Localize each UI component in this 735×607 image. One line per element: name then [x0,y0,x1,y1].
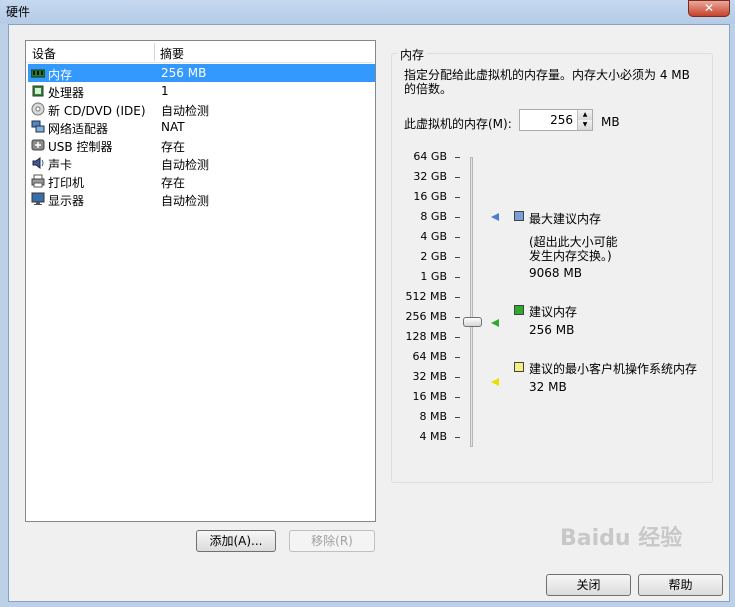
scale-label: 512 MB [405,290,447,303]
add-device-button[interactable]: 添加(A)... [196,530,276,552]
device-name: 新 CD/DVD (IDE) [48,104,146,118]
spin-up-button[interactable]: ▲ [577,110,592,120]
scale-tick [455,237,460,238]
memory-group-title: 内存 [397,46,428,63]
sound-icon [32,157,44,169]
spin-down-button[interactable]: ▼ [577,120,592,130]
scale-label: 16 GB [413,190,447,203]
device-name: 声卡 [48,158,73,172]
device-name: 处理器 [48,86,85,100]
device-list[interactable]: 设备 摘要 内存 256 MB 处理器 1 新 CD/DVD (IDE) 自动检… [25,40,376,522]
recommended-title: 建议内存 [529,305,578,319]
max-recommended-marker-icon [491,213,499,221]
device-row-usb[interactable]: USB 控制器 存在 [28,136,375,154]
scale-label: 128 MB [405,330,447,343]
max-recommended-title: 最大建议内存 [529,212,602,226]
usb-icon [31,139,45,151]
device-row-cd-dvd[interactable]: 新 CD/DVD (IDE) 自动检测 [28,100,375,118]
scale-label: 2 GB [420,250,447,263]
recommended-square-icon [514,305,524,315]
scale-tick [455,197,460,198]
scale-tick [455,257,460,258]
min-guest-marker-icon [491,378,499,386]
scale-tick [455,217,460,218]
monitor-icon [31,192,45,205]
device-row-printer[interactable]: 打印机 存在 [28,172,375,190]
title-bar: 硬件 ✕ [0,0,735,24]
device-row-monitor[interactable]: 显示器 自动检测 [28,190,375,208]
recommended-value: 256 MB [529,323,575,337]
recommended-marker-icon [491,319,499,327]
memory-slider-track[interactable] [470,157,473,447]
memory-icon [31,69,45,78]
scale-label: 256 MB [405,310,447,323]
memory-slider-thumb[interactable] [463,317,482,327]
cd-dvd-icon [31,102,45,116]
device-summary: 存在 [161,140,186,154]
scale-label: 8 GB [420,210,447,223]
device-row-sound[interactable]: 声卡 自动检测 [28,154,375,172]
scale-label: 16 MB [412,390,447,403]
min-guest-square-icon [514,362,524,372]
column-header-device[interactable]: 设备 [32,45,56,61]
scale-label: 1 GB [420,270,447,283]
device-summary: 存在 [161,176,186,190]
device-summary: NAT [161,120,185,134]
help-button[interactable]: 帮助 [638,574,723,596]
network-icon [31,120,45,133]
scale-tick [455,157,460,158]
device-summary: 自动检测 [161,104,210,118]
memory-description: 指定分配给此虚拟机的内存量。内存大小必须为 4 MB 的倍数。 [404,68,690,96]
close-button[interactable]: 关闭 [546,574,631,596]
scale-tick [455,277,460,278]
device-summary: 自动检测 [161,194,210,208]
device-name: 网络适配器 [48,122,109,136]
min-guest-title: 建议的最小客户机操作系统内存 [529,362,698,376]
remove-device-button[interactable]: 移除(R) [289,530,375,552]
close-window-button[interactable]: ✕ [688,0,730,17]
max-recommended-note-2: 发生内存交换。) [529,249,612,263]
dialog-body: 设备 摘要 内存 256 MB 处理器 1 新 CD/DVD (IDE) 自动检… [8,24,730,602]
device-row-processor[interactable]: 处理器 1 [28,82,375,100]
window-title: 硬件 [6,5,31,19]
header-divider [26,62,373,63]
processor-icon [32,85,44,97]
scale-label: 4 GB [420,230,447,243]
scale-tick [455,177,460,178]
scale-tick [455,397,460,398]
device-summary: 1 [161,84,169,98]
scale-tick [455,337,460,338]
device-name: 内存 [48,68,73,82]
device-name: 显示器 [48,194,85,208]
device-name: USB 控制器 [48,140,113,154]
max-recommended-square-icon [514,211,524,221]
scale-tick [455,377,460,378]
scale-label: 8 MB [419,410,447,423]
scale-label: 32 MB [412,370,447,383]
memory-field-label: 此虚拟机的内存(M): [404,117,512,131]
max-recommended-value: 9068 MB [529,266,582,280]
column-header-summary[interactable]: 摘要 [160,45,184,61]
memory-spinbox[interactable]: 256 ▲ ▼ [519,109,593,131]
watermark: Baidu 经验 [560,526,683,551]
device-name: 打印机 [48,176,85,190]
memory-unit-label: MB [601,115,620,129]
scale-tick [455,317,460,318]
scale-label: 4 MB [419,430,447,443]
device-summary: 256 MB [161,66,207,80]
device-row-network[interactable]: 网络适配器 NAT [28,118,375,136]
scale-tick [455,437,460,438]
scale-label: 64 GB [413,150,447,163]
scale-tick [455,357,460,358]
printer-icon [31,174,45,188]
device-row-memory[interactable]: 内存 256 MB [28,64,375,82]
scale-tick [455,297,460,298]
memory-value: 256 [550,113,573,127]
device-summary: 自动检测 [161,158,210,172]
scale-label: 32 GB [413,170,447,183]
scale-label: 64 MB [412,350,447,363]
scale-tick [455,417,460,418]
column-separator[interactable] [154,43,155,61]
min-guest-value: 32 MB [529,380,567,394]
